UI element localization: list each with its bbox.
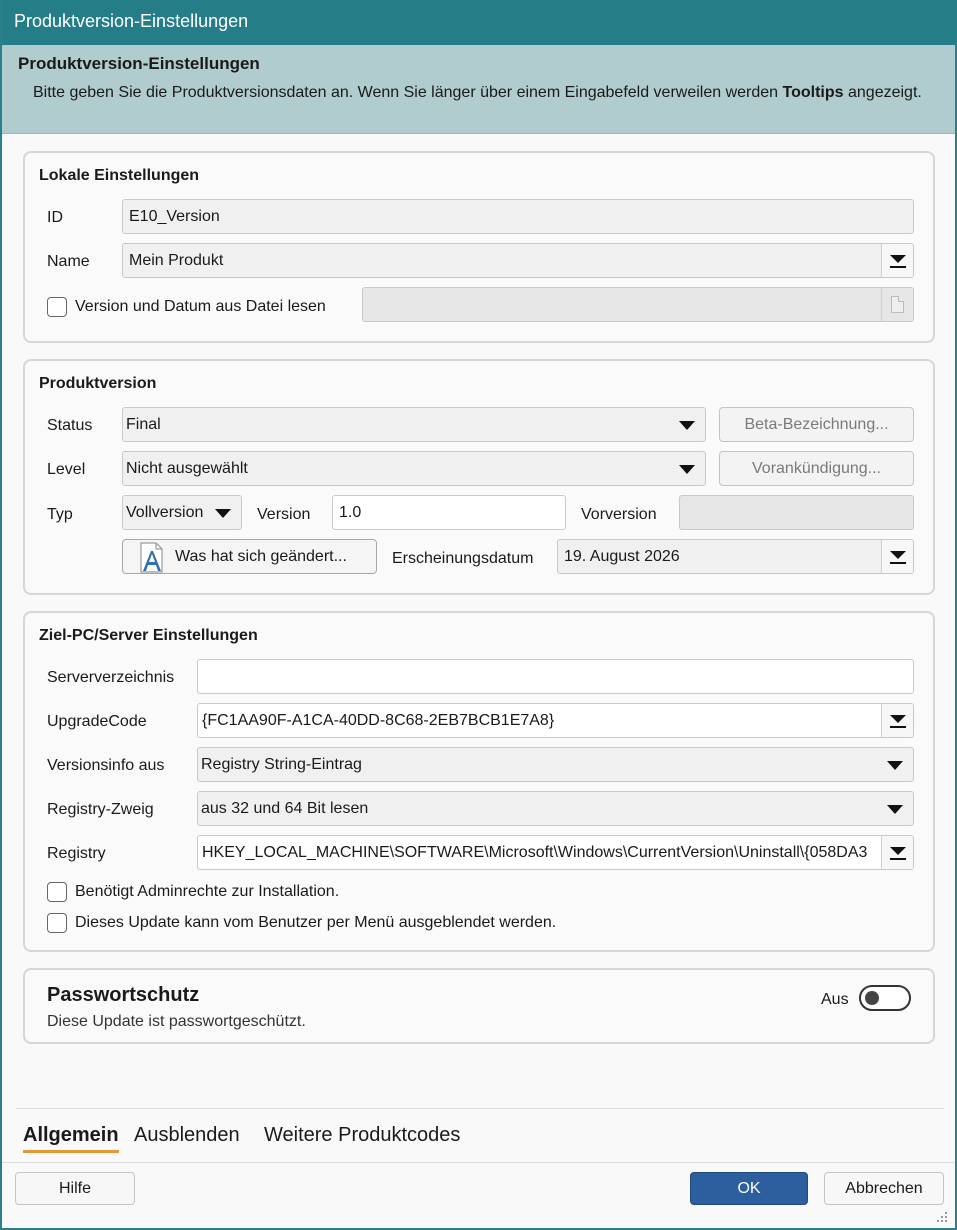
dropdown-icon — [889, 254, 906, 268]
file-icon — [891, 296, 904, 313]
password-toggle-label: Aus — [821, 991, 849, 1008]
previous-version-label: Vorversion — [581, 506, 657, 523]
user-hide-checkbox[interactable] — [47, 913, 67, 933]
registry-key-dropdown-button[interactable] — [881, 836, 913, 869]
type-label: Typ — [47, 506, 73, 523]
name-combo[interactable]: Mein Produkt — [122, 243, 914, 278]
admin-rights-label: Benötigt Adminrechte zur Installation. — [75, 883, 340, 900]
version-label: Version — [257, 506, 311, 523]
password-toggle[interactable] — [859, 985, 911, 1011]
dialog-window: Produktversion-Einstellungen Produktvers… — [0, 0, 957, 1230]
resize-grip-icon[interactable] — [937, 1212, 947, 1222]
registry-key-combo[interactable]: HKEY_LOCAL_MACHINE\SOFTWARE\Microsoft\Wi… — [197, 835, 914, 870]
chevron-down-icon — [679, 465, 695, 474]
group-target-settings: Ziel-PC/Server Einstellungen Serververze… — [23, 611, 935, 952]
announcement-button[interactable]: Vorankündigung... — [719, 451, 914, 486]
window-title: Produktversion-Einstellungen — [14, 11, 249, 31]
read-from-file-label: Version und Datum aus Datei lesen — [75, 298, 326, 315]
chevron-down-icon — [887, 805, 903, 814]
upgrade-code-label: UpgradeCode — [47, 713, 147, 730]
read-from-file-checkbox[interactable] — [47, 297, 67, 317]
title-bar: Produktversion-Einstellungen — [2, 0, 957, 45]
type-select[interactable]: Vollversion — [122, 495, 242, 530]
name-label: Name — [47, 253, 90, 270]
whats-changed-button[interactable]: Was hat sich geändert... — [122, 539, 377, 574]
help-button[interactable]: Hilfe — [15, 1172, 135, 1205]
id-label: ID — [47, 209, 63, 226]
upgrade-code-dropdown-button[interactable] — [881, 704, 913, 737]
header-title: Produktversion-Einstellungen — [18, 54, 260, 73]
file-path-field[interactable] — [362, 287, 914, 322]
registry-branch-label: Registry-Zweig — [47, 801, 154, 818]
server-dir-input[interactable] — [197, 659, 914, 694]
group-title-product: Produktversion — [39, 375, 157, 392]
ok-button[interactable]: OK — [690, 1172, 808, 1205]
tab-weitere-produktcodes[interactable]: Weitere Produktcodes — [264, 1124, 460, 1147]
id-field[interactable]: E10_Version — [122, 199, 914, 234]
release-date-picker[interactable]: 19. August 2026 — [557, 539, 914, 574]
header-description: Bitte geben Sie die Produktversionsdaten… — [33, 84, 922, 101]
level-select[interactable]: Nicht ausgewählt — [122, 451, 706, 486]
dropdown-icon — [889, 714, 906, 728]
dialog-header: Produktversion-Einstellungen Bitte geben… — [2, 45, 955, 134]
registry-label: Registry — [47, 845, 106, 862]
footer-divider — [2, 1162, 955, 1163]
tabbar-divider — [16, 1108, 944, 1109]
release-date-dropdown-button[interactable] — [881, 540, 913, 573]
dropdown-icon — [889, 550, 906, 564]
group-title-target: Ziel-PC/Server Einstellungen — [39, 627, 258, 644]
registry-branch-select[interactable]: aus 32 und 64 Bit lesen — [197, 791, 914, 826]
group-product-version: Produktversion Status Final Beta-Bezeich… — [23, 359, 935, 595]
version-info-label: Versionsinfo aus — [47, 757, 165, 774]
password-title: Passwortschutz — [47, 984, 200, 1006]
group-local-settings: Lokale Einstellungen ID E10_Version Name… — [23, 151, 935, 343]
chevron-down-icon — [215, 509, 231, 518]
tooltips-keyword: Tooltips — [782, 84, 844, 101]
tab-ausblenden[interactable]: Ausblenden — [134, 1124, 240, 1147]
chevron-down-icon — [679, 421, 695, 430]
name-dropdown-button[interactable] — [881, 244, 913, 277]
active-tab-indicator — [23, 1150, 119, 1153]
upgrade-code-combo[interactable]: {FC1AA90F-A1CA-40DD-8C68-2EB7BCB1E7A8} — [197, 703, 914, 738]
password-description: Diese Update ist passwortgeschützt. — [47, 1013, 306, 1030]
cancel-button[interactable]: Abbrechen — [824, 1172, 944, 1205]
group-title-local: Lokale Einstellungen — [39, 167, 200, 184]
admin-rights-checkbox[interactable] — [47, 882, 67, 902]
beta-label-button[interactable]: Beta-Bezeichnung... — [719, 407, 914, 442]
tab-allgemein[interactable]: Allgemein — [23, 1124, 119, 1147]
previous-version-field[interactable] — [679, 495, 914, 530]
group-password-protection: Passwortschutz Diese Update ist passwort… — [23, 968, 935, 1044]
dropdown-icon — [889, 846, 906, 860]
status-label: Status — [47, 417, 93, 434]
chevron-down-icon — [887, 761, 903, 770]
toggle-knob — [865, 991, 879, 1005]
release-date-label: Erscheinungsdatum — [392, 550, 534, 567]
status-select[interactable]: Final — [122, 407, 706, 442]
server-dir-label: Serververzeichnis — [47, 669, 175, 686]
browse-file-button[interactable] — [881, 288, 913, 321]
document-font-icon — [140, 542, 163, 573]
version-info-select[interactable]: Registry String-Eintrag — [197, 747, 914, 782]
version-input[interactable]: 1.0 — [332, 495, 566, 530]
user-hide-label: Dieses Update kann vom Benutzer per Menü… — [75, 914, 557, 931]
level-label: Level — [47, 461, 86, 478]
